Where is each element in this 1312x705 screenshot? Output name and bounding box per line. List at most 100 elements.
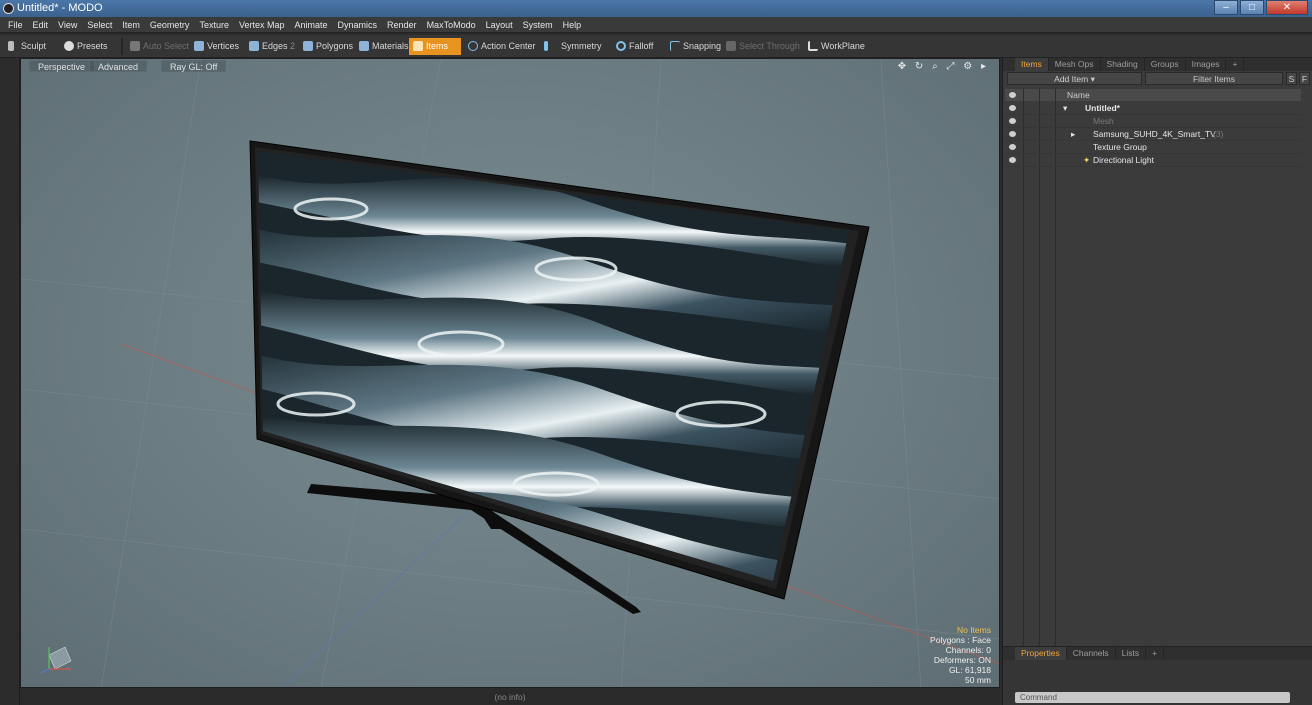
- window-controls: ‒ □ ✕: [1212, 0, 1308, 15]
- menu-animate[interactable]: Animate: [289, 20, 332, 30]
- auto-select-button[interactable]: Auto Select: [126, 38, 189, 55]
- menu-dynamics[interactable]: Dynamics: [333, 20, 383, 30]
- stat-scale: 50 mm: [965, 675, 991, 685]
- menu-help[interactable]: Help: [558, 20, 587, 30]
- menu-texture[interactable]: Texture: [194, 20, 234, 30]
- symmetry-button[interactable]: Symmetry: [540, 38, 608, 55]
- column-divider: [1023, 89, 1024, 659]
- tab-advanced[interactable]: Advanced: [89, 60, 148, 72]
- sculpt-icon: [8, 41, 14, 51]
- tab-properties[interactable]: Properties: [1015, 647, 1067, 660]
- select-through-icon: [726, 41, 736, 51]
- tab-items[interactable]: Items: [1015, 58, 1049, 71]
- expand-icon[interactable]: ▾: [1063, 102, 1067, 115]
- menu-vertex-map[interactable]: Vertex Map: [234, 20, 290, 30]
- snapping-icon: [670, 41, 680, 51]
- window-title: Untitled* - MODO: [17, 2, 103, 14]
- select-through-button[interactable]: Select Through: [722, 38, 800, 55]
- minimize-button[interactable]: ‒: [1214, 0, 1238, 15]
- snapping-button[interactable]: Snapping: [666, 38, 721, 55]
- add-item-dropdown[interactable]: Add Item ▾: [1007, 72, 1142, 85]
- menu-maxtomodo[interactable]: MaxToModo: [422, 20, 481, 30]
- menu-layout[interactable]: Layout: [481, 20, 518, 30]
- menu-system[interactable]: System: [518, 20, 558, 30]
- tab-images[interactable]: Images: [1186, 58, 1227, 71]
- axis-gizmo-icon: [40, 646, 72, 674]
- light-icon: ✦: [1083, 155, 1091, 165]
- command-input[interactable]: Command: [1015, 692, 1290, 703]
- expand-icon[interactable]: ▸: [1071, 128, 1075, 141]
- workplane-icon: [808, 41, 818, 51]
- left-tool-strip[interactable]: [0, 58, 20, 705]
- tab-groups[interactable]: Groups: [1145, 58, 1186, 71]
- visibility-column-icon: [1009, 92, 1016, 98]
- menu-edit[interactable]: Edit: [28, 20, 54, 30]
- s-button[interactable]: S: [1286, 72, 1297, 85]
- stat-items: No Items: [956, 625, 991, 635]
- viewport-nav-icons[interactable]: ✥ ↻ ⌕ ⤢ ⚙ ▸: [898, 61, 989, 72]
- menu-bar: File Edit View Select Item Geometry Text…: [0, 17, 1312, 33]
- tree-item-texture-group[interactable]: Texture Group: [1005, 141, 1301, 154]
- column-name: Name: [1067, 90, 1090, 100]
- f-button[interactable]: F: [1299, 72, 1310, 85]
- modo-logo-icon: [3, 3, 14, 14]
- tree-item-label: Untitled*: [1085, 103, 1120, 113]
- add-tab-button[interactable]: +: [1226, 58, 1245, 71]
- add-tab-button[interactable]: +: [1146, 647, 1165, 660]
- close-button[interactable]: ✕: [1266, 0, 1308, 15]
- action-center-icon: [468, 41, 478, 51]
- status-info: (no info): [20, 690, 1000, 705]
- chevron-down-icon: ▾: [1090, 74, 1095, 84]
- tree-item-untitled[interactable]: ▾ Untitled*: [1005, 102, 1301, 115]
- auto-select-icon: [130, 41, 140, 51]
- sculpt-button[interactable]: Sculpt: [4, 38, 58, 55]
- menu-item[interactable]: Item: [117, 20, 145, 30]
- tree-item-label: Texture Group: [1093, 142, 1147, 152]
- tab-mesh-ops[interactable]: Mesh Ops: [1049, 58, 1101, 71]
- tab-channels[interactable]: Channels: [1067, 647, 1116, 660]
- 3d-viewport[interactable]: Perspective Advanced Ray GL: Off ✥ ↻ ⌕ ⤢…: [20, 58, 1000, 688]
- tree-item-mesh[interactable]: Mesh: [1005, 115, 1301, 128]
- tree-item-directional-light[interactable]: ✦ Directional Light: [1005, 154, 1301, 167]
- menu-select[interactable]: Select: [82, 20, 117, 30]
- presets-icon: [64, 41, 74, 51]
- polygons-button[interactable]: Polygons: [299, 38, 353, 55]
- action-center-button[interactable]: Action Center: [464, 38, 536, 55]
- stat-deformers: Deformers: ON: [933, 655, 991, 665]
- tree-item-samsung-tv[interactable]: ▸ Samsung_SUHD_4K_Smart_TV (3): [1005, 128, 1301, 141]
- maximize-button[interactable]: □: [1240, 0, 1264, 15]
- presets-button[interactable]: Presets: [60, 38, 118, 55]
- vertices-button[interactable]: Vertices: [190, 38, 242, 55]
- eye-icon[interactable]: [1009, 105, 1016, 111]
- eye-icon[interactable]: [1009, 131, 1016, 137]
- eye-icon[interactable]: [1009, 118, 1016, 124]
- tab-lists[interactable]: Lists: [1116, 647, 1147, 660]
- tab-shading[interactable]: Shading: [1101, 58, 1145, 71]
- tree-item-label: Samsung_SUHD_4K_Smart_TV: [1093, 129, 1216, 139]
- materials-icon: [359, 41, 369, 51]
- eye-icon[interactable]: [1009, 157, 1016, 163]
- menu-file[interactable]: File: [3, 20, 28, 30]
- viewport-header: Perspective Advanced Ray GL: Off ✥ ↻ ⌕ ⤢…: [21, 59, 999, 73]
- tab-perspective[interactable]: Perspective: [29, 60, 95, 72]
- menu-render[interactable]: Render: [382, 20, 422, 30]
- toolbar-divider: [121, 38, 123, 55]
- column-divider: [1055, 89, 1056, 659]
- title-bar: Untitled* - MODO ‒ □ ✕: [0, 0, 1312, 17]
- tree-item-label: Mesh: [1093, 116, 1114, 126]
- items-button[interactable]: Items: [409, 38, 461, 55]
- eye-icon[interactable]: [1009, 144, 1016, 150]
- filter-items-input[interactable]: Filter Items: [1145, 72, 1283, 85]
- falloff-button[interactable]: Falloff: [612, 38, 662, 55]
- tree-item-label: Directional Light: [1093, 155, 1154, 165]
- menu-geometry[interactable]: Geometry: [145, 20, 195, 30]
- materials-button[interactable]: Materials: [355, 38, 409, 55]
- edges-button[interactable]: Edges 2: [245, 38, 299, 55]
- symmetry-icon: [544, 41, 548, 51]
- menu-view[interactable]: View: [53, 20, 82, 30]
- z-axis-line: [282, 498, 482, 687]
- workplane-button[interactable]: WorkPlane: [804, 38, 866, 55]
- tab-ray-gl[interactable]: Ray GL: Off: [161, 60, 227, 72]
- properties-tabs: Properties Channels Lists +: [1003, 647, 1312, 660]
- vertices-icon: [194, 41, 204, 51]
